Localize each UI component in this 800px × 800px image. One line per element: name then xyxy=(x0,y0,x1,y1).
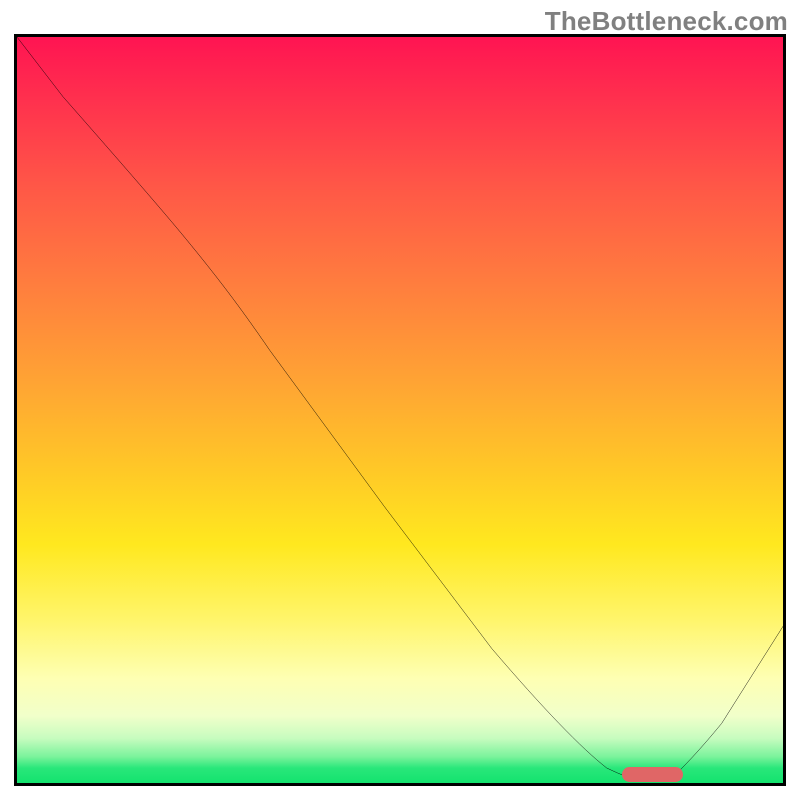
optimal-range-marker xyxy=(622,767,683,782)
watermark-text: TheBottleneck.com xyxy=(545,6,788,37)
plot-area xyxy=(14,34,786,786)
bottleneck-curve xyxy=(17,37,783,783)
chart-frame: TheBottleneck.com xyxy=(0,0,800,800)
